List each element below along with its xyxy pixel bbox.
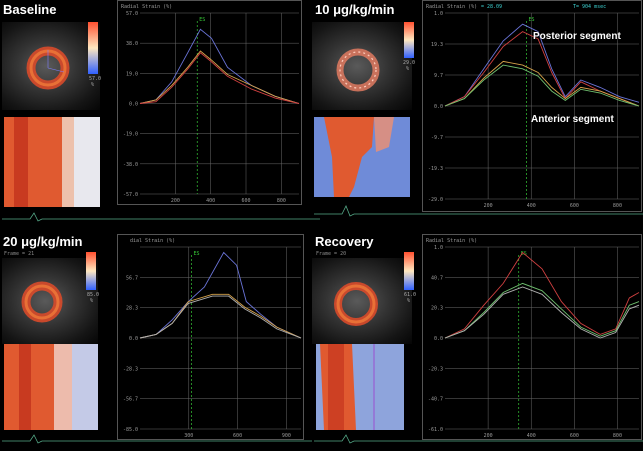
y-tick-label: 19.0 — [126, 71, 138, 77]
y-tick-label: 28.3 — [126, 306, 138, 312]
m-mode-strip — [4, 344, 98, 430]
panel-10-dose: 10 μg/kg/min 29.0 % Radial Strain (%) = … — [312, 0, 643, 225]
y-tick-label: 38.0 — [126, 41, 138, 47]
strain-plot: Radial Strain (%) 57.0 38.0 19.0 0.0 -19.0 -3… — [117, 0, 302, 205]
y-tick-label: -28.3 — [123, 366, 138, 372]
panel-label: Baseline — [3, 2, 57, 17]
x-tick-label: 800 — [277, 198, 286, 204]
panel-20-dose: 20 μg/kg/min Frame = 21 85.0 % dial Stra — [0, 226, 312, 451]
strain-curve — [139, 293, 302, 339]
strain-curve — [444, 60, 640, 107]
colorbar — [404, 22, 414, 58]
y-tick-label: -85.0 — [123, 427, 138, 433]
y-tick-label: -9.7 — [431, 135, 443, 141]
myocardium-ring — [336, 48, 380, 92]
m-mode-strip — [4, 117, 100, 207]
colorbar — [86, 252, 96, 290]
y-tick-label: -56.7 — [123, 397, 138, 403]
ultrasound-image — [2, 22, 100, 110]
strain-curve — [139, 251, 302, 339]
frame-number: Frame = 20 — [316, 251, 347, 257]
y-tick-label: 1.0 — [434, 245, 443, 251]
x-tick-label: 200 — [484, 433, 493, 439]
m-mode-strip — [314, 117, 410, 197]
strain-chart-svg: 1.0 40.7 20.3 0.0 -20.3 -40.7 -61.0 200 400 600 80… — [428, 245, 640, 439]
x-tick-label: 800 — [613, 433, 622, 439]
x-tick-label: 900 — [282, 433, 291, 439]
x-tick-label: 400 — [206, 198, 215, 204]
colorbar — [404, 252, 414, 290]
ultrasound-image — [312, 258, 412, 344]
echo-strain-figure: Baseline 57.0 % Radial Strain (%) 57.0 3… — [0, 0, 643, 451]
y-tick-label: -40.7 — [428, 397, 443, 403]
strain-plot: dial Strain (%) 56.7 28.3 0.0 -28.3 -56.7 -85… — [117, 234, 304, 440]
x-tick-label: 400 — [527, 203, 536, 209]
x-tick-label: 400 — [527, 433, 536, 439]
panel-recovery: Recovery Frame = 20 61.0 % Radial Strain… — [312, 226, 643, 451]
y-tick-label: 0.0 — [129, 336, 138, 342]
es-marker-label: ES — [528, 17, 534, 23]
strain-plot: Radial Strain (%) 1.0 40.7 20.3 0.0 -20.3 -40… — [422, 234, 642, 440]
x-tick-label: 200 — [484, 203, 493, 209]
frame-number: Frame = 21 — [4, 251, 35, 257]
panel-label: 10 μg/kg/min — [315, 2, 395, 17]
x-tick-label: 600 — [233, 433, 242, 439]
m-mode-strip — [316, 344, 404, 430]
y-tick-label: -19.0 — [123, 132, 138, 138]
strain-curve — [139, 50, 300, 104]
y-tick-label: 0.0 — [434, 336, 443, 342]
panel-baseline: Baseline 57.0 % Radial Strain (%) 57.0 3… — [0, 0, 320, 225]
panel-label: Recovery — [315, 234, 374, 249]
strain-chart-svg: 56.7 28.3 0.0 -28.3 -56.7 -85.0 300 600 900 ES — [123, 246, 302, 439]
strain-curve — [444, 251, 640, 339]
y-tick-label: 40.7 — [431, 275, 443, 281]
x-tick-label: 600 — [570, 433, 579, 439]
ecg-trace — [2, 212, 320, 222]
colorbar — [88, 22, 98, 74]
colorbar-unit: % — [91, 82, 95, 88]
y-tick-label: 9.7 — [434, 73, 443, 79]
x-tick-label: 600 — [570, 203, 579, 209]
y-tick-label: -38.0 — [123, 162, 138, 168]
colorbar-unit: % — [90, 298, 94, 304]
colorbar-top-value: 29.0 — [403, 60, 416, 66]
x-tick-label: 800 — [613, 203, 622, 209]
colorbar-unit: % — [406, 66, 410, 72]
panel-label: 20 μg/kg/min — [3, 234, 83, 249]
strain-curve — [444, 64, 640, 107]
y-tick-label: 20.3 — [431, 306, 443, 312]
colorbar-top-value: 61.0 — [404, 292, 417, 298]
colorbar-top-value: 85.0 — [87, 292, 100, 298]
myocardium-ring — [334, 282, 378, 326]
es-marker-label: ES — [199, 17, 205, 23]
y-tick-label: -20.3 — [428, 366, 443, 372]
posterior-segment-label: Posterior segment — [533, 31, 621, 42]
y-tick-label: 19.3 — [431, 42, 443, 48]
y-tick-label: 56.7 — [126, 275, 138, 281]
ultrasound-image — [312, 22, 412, 110]
colorbar-unit: % — [407, 298, 411, 304]
strain-curve — [139, 295, 302, 339]
myocardium-ring — [21, 281, 63, 323]
ultrasound-image — [2, 258, 98, 344]
y-tick-label: -61.0 — [428, 427, 443, 433]
strain-chart-svg: 57.0 38.0 19.0 0.0 -19.0 -38.0 -57.0 200 400 600 8… — [123, 11, 300, 204]
y-tick-label: -29.0 — [428, 197, 443, 203]
y-tick-label: 0.0 — [434, 104, 443, 110]
y-tick-label: 1.0 — [434, 11, 443, 17]
anterior-segment-label: Anterior segment — [531, 114, 614, 125]
es-marker-label: ES — [194, 251, 200, 257]
y-tick-label: 0.0 — [129, 102, 138, 108]
myocardium-ring — [26, 46, 70, 90]
x-tick-label: 600 — [241, 198, 250, 204]
x-tick-label: 200 — [171, 198, 180, 204]
y-tick-label: -57.0 — [123, 192, 138, 198]
strain-plot: Radial Strain (%) = 28.09 T= 904 msec 1.… — [422, 0, 642, 212]
y-tick-label: -19.3 — [428, 166, 443, 172]
y-tick-label: 57.0 — [126, 11, 138, 17]
strain-curve — [444, 282, 640, 339]
strain-curve — [444, 286, 640, 339]
x-tick-label: 300 — [184, 433, 193, 439]
